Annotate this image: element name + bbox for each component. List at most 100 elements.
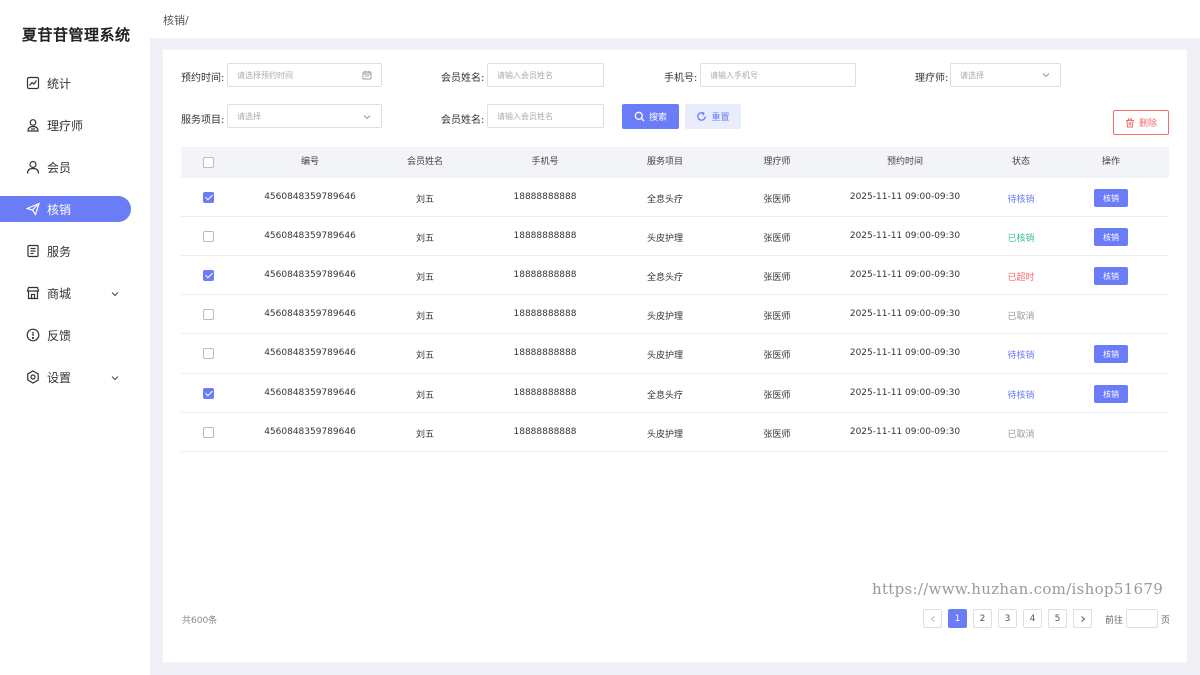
page-button-4[interactable]: 4	[1023, 609, 1042, 628]
row-checkbox[interactable]	[203, 192, 214, 203]
breadcrumb[interactable]: 核销/	[163, 12, 189, 28]
column-header-service: 服务项目	[646, 157, 684, 167]
cell-appointment-time: 2025-11-11 09:00-09:30	[849, 309, 961, 319]
goto-page-input[interactable]	[1126, 609, 1158, 628]
sidebar-item-feedback[interactable]: 反馈	[0, 322, 150, 348]
reset-button[interactable]: 重置	[685, 104, 741, 129]
cell-id: 4560848359789646	[264, 192, 356, 202]
sidebar-item-statistics[interactable]: 统计	[0, 70, 150, 96]
column-header-id: 编号	[300, 157, 320, 167]
phone-label: 手机号:	[664, 73, 698, 84]
row-checkbox[interactable]	[203, 231, 214, 242]
therapist-placeholder: 请选择	[960, 70, 984, 80]
trash-icon	[1125, 118, 1135, 128]
search-button-label: 搜索	[648, 113, 667, 123]
cell-phone: 18888888888	[513, 309, 577, 319]
verify-button[interactable]: 核销	[1094, 228, 1128, 246]
chevron-down-icon	[1041, 70, 1051, 80]
verify-button[interactable]: 核销	[1094, 189, 1128, 207]
verify-button[interactable]: 核销	[1094, 267, 1128, 285]
therapist-select[interactable]: 请选择	[950, 63, 1061, 87]
page-button-2[interactable]: 2	[973, 609, 992, 628]
delete-button-label: 删除	[1138, 119, 1157, 129]
row-checkbox[interactable]	[203, 427, 214, 438]
prev-page-button[interactable]	[923, 609, 942, 628]
cell-service: 头皮护理	[646, 430, 684, 440]
status-badge: 待核销	[1007, 391, 1035, 401]
select-all-checkbox[interactable]	[203, 157, 214, 168]
cell-id: 4560848359789646	[264, 348, 356, 358]
service-select[interactable]: 请选择	[227, 104, 382, 128]
table-row: 4560848359789646 刘五 18888888888 全息头疗 张医师 2025…	[181, 178, 1169, 217]
verify-button[interactable]: 核销	[1094, 345, 1128, 363]
sidebar-item-label: 统计	[47, 76, 72, 91]
cell-phone: 18888888888	[513, 427, 577, 437]
cell-service: 全息头疗	[646, 273, 684, 283]
cell-appointment-time: 2025-11-11 09:00-09:30	[849, 231, 961, 241]
member-name-input-2[interactable]: 请输入会员姓名	[487, 104, 604, 128]
cell-service: 全息头疗	[646, 391, 684, 401]
sidebar-item-label: 理疗师	[47, 118, 84, 133]
cell-therapist: 张医师	[763, 430, 791, 440]
chevron-right-icon	[1079, 615, 1087, 623]
row-checkbox[interactable]	[203, 309, 214, 320]
sidebar: 夏苷苷管理系统 统计 理疗师 会员 核销 服务 商城 反馈 设置	[0, 0, 150, 675]
cell-therapist: 张医师	[763, 391, 791, 401]
sidebar-item-member[interactable]: 会员	[0, 154, 150, 180]
cell-therapist: 张医师	[763, 195, 791, 205]
cell-id: 4560848359789646	[264, 427, 356, 437]
cell-member-name: 刘五	[415, 234, 435, 244]
column-header-therapist: 理疗师	[763, 157, 791, 167]
chevron-down-icon	[362, 112, 372, 122]
table-row: 4560848359789646 刘五 18888888888 头皮护理 张医师 2025…	[181, 334, 1169, 374]
cell-appointment-time: 2025-11-11 09:00-09:30	[849, 427, 961, 437]
cell-phone: 18888888888	[513, 231, 577, 241]
sidebar-item-label: 商城	[47, 286, 72, 301]
cell-appointment-time: 2025-11-11 09:00-09:30	[849, 388, 961, 398]
delete-button[interactable]: 删除	[1113, 110, 1169, 135]
sidebar-item-verification[interactable]: 核销	[0, 196, 131, 222]
phone-input[interactable]: 请输入手机号	[700, 63, 856, 87]
store-icon	[26, 286, 40, 300]
app-title: 夏苷苷管理系统	[22, 26, 131, 44]
next-page-button[interactable]	[1073, 609, 1092, 628]
table-row: 4560848359789646 刘五 18888888888 头皮护理 张医师 2025…	[181, 413, 1169, 452]
column-header-status: 状态	[1011, 157, 1031, 167]
column-header-member-name: 会员姓名	[406, 157, 444, 167]
sidebar-item-therapist[interactable]: 理疗师	[0, 112, 150, 138]
status-badge: 已核销	[1007, 234, 1035, 244]
page-button-3[interactable]: 3	[998, 609, 1017, 628]
column-header-phone: 手机号	[531, 157, 559, 167]
cell-id: 4560848359789646	[264, 388, 356, 398]
page-button-5[interactable]: 5	[1048, 609, 1067, 628]
row-checkbox[interactable]	[203, 388, 214, 399]
chevron-left-icon	[929, 615, 937, 623]
chevron-down-icon	[110, 288, 120, 298]
cell-id: 4560848359789646	[264, 309, 356, 319]
service-placeholder: 请选择	[237, 111, 261, 121]
status-badge: 待核销	[1007, 195, 1035, 205]
sidebar-item-settings[interactable]: 设置	[0, 364, 150, 390]
verify-button[interactable]: 核销	[1094, 385, 1128, 403]
cell-appointment-time: 2025-11-11 09:00-09:30	[849, 192, 961, 202]
row-checkbox[interactable]	[203, 348, 214, 359]
appointment-time-picker[interactable]: 请选择预约时间	[227, 63, 382, 87]
column-header-action: 操作	[1101, 157, 1121, 167]
chart-icon	[26, 76, 40, 90]
page-button-1[interactable]: 1	[948, 609, 967, 628]
document-icon	[26, 244, 40, 258]
cell-member-name: 刘五	[415, 312, 435, 322]
row-checkbox[interactable]	[203, 270, 214, 281]
member-name-input[interactable]: 请输入会员姓名	[487, 63, 604, 87]
sidebar-item-label: 设置	[47, 370, 72, 385]
reset-button-label: 重置	[711, 113, 730, 123]
cell-service: 头皮护理	[646, 234, 684, 244]
cell-therapist: 张医师	[763, 234, 791, 244]
sidebar-item-service[interactable]: 服务	[0, 238, 150, 264]
member-name-label-2: 会员姓名:	[441, 115, 485, 126]
sidebar-nav: 统计 理疗师 会员 核销 服务 商城 反馈 设置	[0, 70, 150, 406]
therapist-icon	[26, 118, 40, 132]
search-button[interactable]: 搜索	[622, 104, 679, 129]
sidebar-item-store[interactable]: 商城	[0, 280, 150, 306]
chevron-down-icon	[110, 372, 120, 382]
